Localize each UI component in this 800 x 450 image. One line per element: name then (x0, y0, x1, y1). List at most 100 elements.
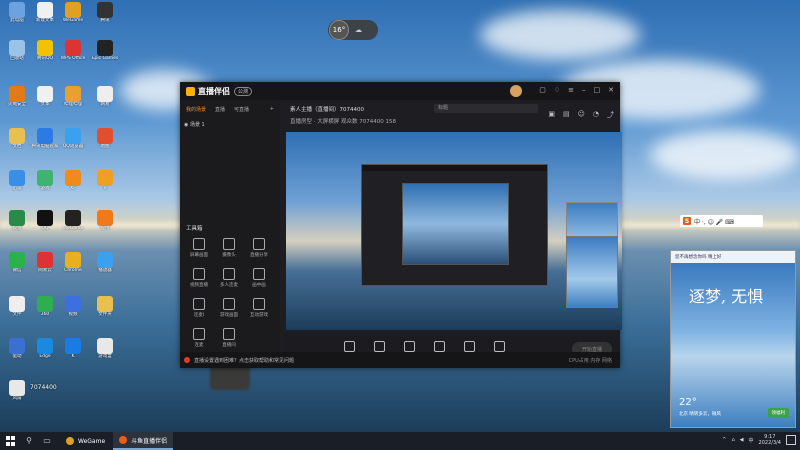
desktop-icon[interactable]: Edge (30, 338, 60, 359)
tool-item[interactable]: 直播分享 (244, 238, 274, 258)
desktop-icon[interactable]: 新建文本 (30, 2, 60, 23)
desktop-icon[interactable]: WPS Office (58, 40, 88, 61)
system-usage: CPU占用 内存 网络 (568, 357, 612, 364)
desktop-icon-label: Epic Games (91, 56, 119, 61)
desktop-icon[interactable]: 地图 (90, 128, 120, 149)
taskbar-app-live[interactable]: 斗鱼直播伴侣 (113, 432, 174, 450)
app-icon (97, 338, 113, 354)
close-icon[interactable]: ✕ (608, 86, 614, 94)
tool-item[interactable]: 互动游戏 (244, 298, 274, 318)
tool-item[interactable]: 连麦 (184, 328, 214, 348)
desktop-icon[interactable]: 播放器 (90, 252, 120, 273)
desktop-icon[interactable]: WeGame (58, 210, 88, 231)
bag-icon[interactable]: ▤ (563, 110, 570, 120)
maximize-icon[interactable]: □ (594, 86, 601, 94)
desktop-icon[interactable]: 腾讯QQ (30, 40, 60, 61)
overlay-number: 7074400 (30, 384, 57, 391)
tool-item[interactable]: 游戏画面 (214, 298, 244, 318)
shirt-icon[interactable]: ♢ (554, 86, 560, 94)
desktop-icon[interactable]: 腾讯电脑管家 (30, 128, 60, 149)
tool-item[interactable]: 视频直播 (184, 268, 214, 288)
desktop-icon[interactable]: XF (58, 170, 88, 191)
desktop-icon[interactable]: 游戏盒 (90, 338, 120, 359)
desktop-icon[interactable]: QQ (30, 210, 60, 231)
person-icon[interactable]: ☺ (578, 110, 585, 120)
desktop-icon[interactable]: 文本 (30, 86, 60, 107)
desktop-icon[interactable]: K (58, 338, 88, 359)
tool-item[interactable]: 画中画 (244, 268, 274, 288)
help-link[interactable]: 直播设置遇到困难？点击获取帮助和常见问题 (194, 357, 294, 364)
eye-icon[interactable]: ◉ (184, 122, 188, 128)
desktop-icon[interactable]: 驱动 (2, 338, 32, 359)
weather-description: 北京 晴转多云，微风 (679, 412, 721, 417)
desktop-icon[interactable]: 视频 (58, 296, 88, 317)
weather-action-button[interactable]: 领福利 (767, 408, 789, 418)
main-panel: 素人主播（直播间）7074400 标题 直播房型 · 大屏横屏 观众数 7074… (284, 100, 622, 368)
app-icon (37, 170, 53, 186)
settings-icon[interactable]: ≡ (568, 86, 574, 94)
desktop-icon[interactable]: 文件 (2, 296, 32, 317)
scene-item[interactable]: ◉ 场景 1 (184, 121, 276, 128)
tab-available[interactable]: 可直播 (234, 106, 249, 113)
volume-icon[interactable]: ◀ (740, 437, 744, 443)
desktop-icon[interactable]: 哔哩哔哩 (58, 86, 88, 107)
windows-start-button[interactable] (6, 436, 16, 446)
taskbar-app-wegame[interactable]: WeGame (60, 433, 111, 449)
message-icon[interactable]: ▢ (539, 86, 546, 94)
desktop-icon[interactable]: 迅雷 (2, 170, 32, 191)
gift-icon[interactable]: ▣ (548, 110, 555, 120)
desktop-icon[interactable]: 文件夹 (90, 296, 120, 317)
add-scene-icon[interactable]: + (270, 106, 274, 113)
tool-item[interactable]: 屏幕画面 (184, 238, 214, 258)
desktop-icon[interactable]: 网易云 (30, 252, 60, 273)
tool-item[interactable]: 连麦Ⅰ (184, 298, 214, 318)
desktop-icon[interactable]: 风扇 (2, 380, 32, 401)
clock[interactable]: 9:17 2022/3/4 (759, 434, 781, 446)
weather-popup-header: 您不再想念你吗 晴上好 (671, 251, 795, 263)
desktop-icon[interactable]: 网易 (90, 86, 120, 107)
network-icon[interactable]: ⌂ (731, 437, 734, 443)
desktop-icon[interactable]: 腾讯 (90, 2, 120, 23)
notification-icon[interactable] (786, 435, 796, 445)
tool-icon (253, 268, 265, 280)
desktop-icon-label: 此电脑 (10, 18, 24, 23)
desktop-icon[interactable]: 火绒安全 (2, 86, 32, 107)
desktop-icon[interactable]: 微信 (2, 252, 32, 273)
weather-popup[interactable]: 您不再想念你吗 晴上好 逐梦, 无惧 22° 北京 晴转多云，微风 领福利 (670, 250, 796, 428)
tool-item[interactable]: 摄像头 (214, 238, 244, 258)
tab-my-scenes[interactable]: 我的场景 (186, 106, 206, 113)
title-input[interactable]: 标题 (434, 104, 538, 113)
desktop-icon-label: K (71, 354, 75, 359)
tool-item[interactable]: 多人连麦 (214, 268, 244, 288)
minimize-icon[interactable]: – (582, 86, 586, 94)
avatar[interactable] (510, 85, 522, 97)
desktop-icon[interactable]: QQ浏览器 (58, 128, 88, 149)
desktop-icon[interactable]: 游戏 (30, 170, 60, 191)
desktop-icon[interactable]: Epic Games (90, 40, 120, 61)
desktop-icon[interactable]: 回收站 (2, 40, 32, 61)
tool-icon (193, 298, 205, 310)
task-view-icon[interactable]: ▭ (42, 436, 52, 446)
desktop-icon[interactable]: V (90, 170, 120, 191)
desktop-icon[interactable]: WeGame (58, 2, 88, 23)
desktop-icon[interactable]: 此电脑 (2, 2, 32, 23)
desktop-icon-label: 游戏 (40, 186, 50, 191)
tray-chevron-icon[interactable]: ^ (722, 437, 726, 443)
app-titlebar: 直播伴侣 公测 ▢ ♢ ≡ – □ ✕ (180, 82, 620, 100)
share-icon[interactable]: ⤴ (607, 110, 614, 120)
tool-item[interactable]: 直播间 (214, 328, 244, 348)
ime-toolbar[interactable]: S 中 ·, ☺ 🎤 ⌨ (680, 215, 763, 227)
weather-widget[interactable]: 16° ☁ (328, 20, 378, 40)
search-icon[interactable]: ⚲ (24, 436, 34, 446)
desktop-icon[interactable]: 文档 (2, 128, 32, 149)
ime-indicator[interactable]: 中 (749, 437, 754, 444)
app-icon (9, 380, 25, 396)
desktop-icon[interactable]: 应用 (90, 210, 120, 231)
desktop-icon[interactable]: 设备 (2, 210, 32, 231)
bell-icon[interactable]: ◔ (593, 110, 599, 120)
desktop-icon[interactable]: Chrome (58, 252, 88, 273)
desktop-icon[interactable]: 360 (30, 296, 60, 317)
desktop-icon-label: 游戏盒 (98, 354, 112, 359)
tab-live[interactable]: 直播 (215, 106, 225, 113)
ime-controls[interactable]: 中 ·, ☺ 🎤 ⌨ (694, 217, 734, 226)
